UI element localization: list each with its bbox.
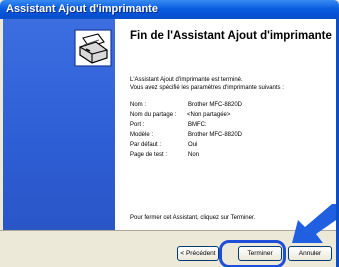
settings-label: Page de test :: [130, 152, 168, 158]
settings-value: Brother MFC-8820D: [188, 132, 243, 138]
settings-label: Port :: [130, 122, 145, 128]
back-button[interactable]: < Précédent: [177, 246, 219, 261]
wizard-side-panel: [3, 19, 115, 230]
intro-line-1: L'Assistant Ajout d'imprimante est termi…: [130, 77, 243, 83]
arrow-icon: [292, 204, 339, 243]
cancel-button[interactable]: Annuler: [288, 246, 332, 261]
page-title: Fin de l'Assistant Ajout d'imprimante: [130, 30, 332, 42]
settings-label: Nom :: [130, 102, 147, 108]
settings-value: Brother MFC-8820D: [188, 102, 243, 108]
settings-value: BMFC:: [188, 122, 207, 128]
printer-icon: [74, 29, 112, 67]
closing-instruction: Pour fermer cet Assistant, cliquez sur T…: [130, 215, 256, 221]
add-printer-wizard-window: Assistant Ajout d'imprimante Fin de l'As…: [0, 0, 339, 267]
settings-value: <Non partagée>: [187, 112, 231, 118]
window-title: Assistant Ajout d'imprimante: [6, 3, 158, 15]
intro-line-2: Vous avez spécifié les paramètres d'impr…: [130, 84, 284, 91]
settings-label: Par défaut :: [130, 142, 162, 148]
settings-label: Nom du partage :: [130, 112, 177, 118]
intro-text: L'Assistant Ajout d'imprimante est termi…: [130, 77, 335, 92]
title-bar[interactable]: Assistant Ajout d'imprimante: [0, 0, 339, 19]
settings-label: Modèle :: [130, 132, 154, 138]
finish-button-highlight: [219, 240, 286, 267]
settings-value: Non: [188, 152, 200, 158]
settings-value: Oui: [188, 142, 198, 148]
